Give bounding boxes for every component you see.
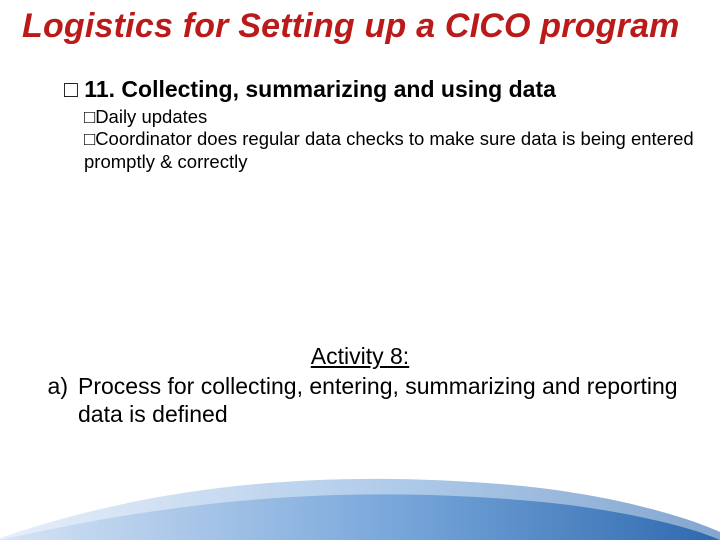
list-item: □Daily updates [84,106,698,129]
activity-title: Activity 8: [38,342,682,370]
activity-block: Activity 8: a) Process for collecting, e… [38,342,682,428]
sub-item-text: Daily updates [95,106,207,127]
activity-marker: a) [38,372,78,428]
swoosh-decoration [0,460,720,540]
slide-title: Logistics for Setting up a CICO program [22,6,698,46]
activity-text: Process for collecting, entering, summar… [78,372,682,428]
item-heading-text: Collecting, summarizing and using data [121,76,556,102]
content-block: □ 11. Collecting, summarizing and using … [22,76,698,173]
sub-list: □Daily updates □Coordinator does regular… [64,106,698,174]
item-number: 11. [84,76,115,102]
slide: Logistics for Setting up a CICO program … [0,0,720,540]
activity-item: a) Process for collecting, entering, sum… [38,372,682,428]
sub-item-text: Coordinator does regular data checks to … [84,128,694,172]
square-bullet-icon: □ [84,106,95,129]
square-bullet-icon: □ [64,76,78,104]
square-bullet-icon: □ [84,128,95,151]
list-item: □Coordinator does regular data checks to… [84,128,698,173]
item-heading: □ 11. Collecting, summarizing and using … [64,76,698,104]
